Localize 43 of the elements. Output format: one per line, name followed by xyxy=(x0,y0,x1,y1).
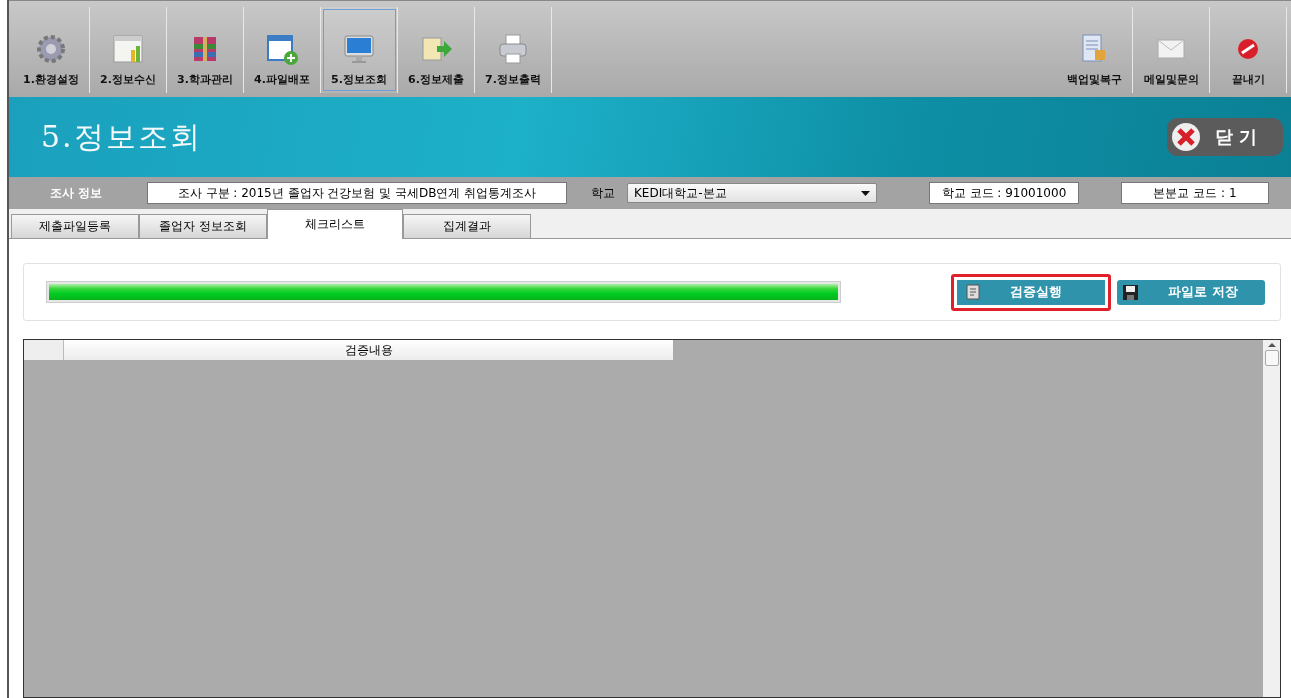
close-button[interactable]: 닫 기 xyxy=(1166,118,1283,156)
school-code-field: 학교 코드 : 91001000 xyxy=(929,182,1079,204)
toolbar-button[interactable]: 3.학과관리 xyxy=(167,7,244,93)
toolbar-button[interactable]: 메일및문의 xyxy=(1133,7,1210,93)
toolbar-button[interactable]: 4.파일배포 xyxy=(244,7,321,93)
monitor-icon xyxy=(344,35,374,63)
printer-icon xyxy=(499,34,527,64)
action-button[interactable]: 파일로 저장 xyxy=(1117,279,1265,305)
close-icon xyxy=(1171,123,1200,151)
tab[interactable]: 제출파일등록 xyxy=(11,214,139,238)
survey-field: 조사 구분 : 2015년 졸업자 건강보험 및 국세DB연계 취업통계조사 xyxy=(147,182,567,204)
stop-icon xyxy=(1238,39,1258,59)
toolbar-button[interactable]: 5.정보조회 xyxy=(321,7,398,93)
action-button[interactable]: 검증실행 xyxy=(951,273,1111,311)
document-icon xyxy=(966,284,980,300)
toolbar-button[interactable]: 1.환경설정 xyxy=(13,7,90,93)
window-add-icon xyxy=(267,35,298,65)
document-lock-icon xyxy=(1082,34,1105,62)
scroll-up-icon[interactable] xyxy=(1267,343,1276,347)
column-header: 검증내용 xyxy=(64,340,674,360)
window-chart-icon xyxy=(113,35,143,63)
toolbar-button[interactable]: 6.정보제출 xyxy=(398,7,475,93)
archive-icon xyxy=(194,37,216,61)
gear-icon xyxy=(37,35,65,63)
toolbar-button[interactable]: 끝내기 xyxy=(1210,7,1287,93)
row-header-corner xyxy=(24,340,64,360)
scrollbar[interactable] xyxy=(1263,340,1280,697)
toolbar-button[interactable]: 2.정보수신 xyxy=(90,7,167,93)
envelope-icon xyxy=(1157,39,1185,59)
dropdown-arrow-icon xyxy=(861,190,870,196)
tab[interactable]: 집계결과 xyxy=(403,214,531,238)
scroll-thumb[interactable] xyxy=(1264,350,1279,366)
tab[interactable]: 체크리스트 xyxy=(267,209,403,239)
book-arrow-icon xyxy=(422,37,452,61)
toolbar-button[interactable]: 백업및복구 xyxy=(1056,7,1133,93)
info-label: 조사 정보 xyxy=(48,184,104,202)
school-dropdown[interactable]: KEDI대학교-본교 xyxy=(627,183,877,203)
page-title: 5.정보조회 xyxy=(41,117,202,156)
school-label: 학교 xyxy=(591,184,615,202)
toolbar-button[interactable]: 7.정보출력 xyxy=(475,7,552,93)
tab[interactable]: 졸업자 정보조회 xyxy=(139,214,267,238)
save-icon xyxy=(1123,284,1138,300)
campus-code-field: 본분교 코드 : 1 xyxy=(1121,182,1269,204)
